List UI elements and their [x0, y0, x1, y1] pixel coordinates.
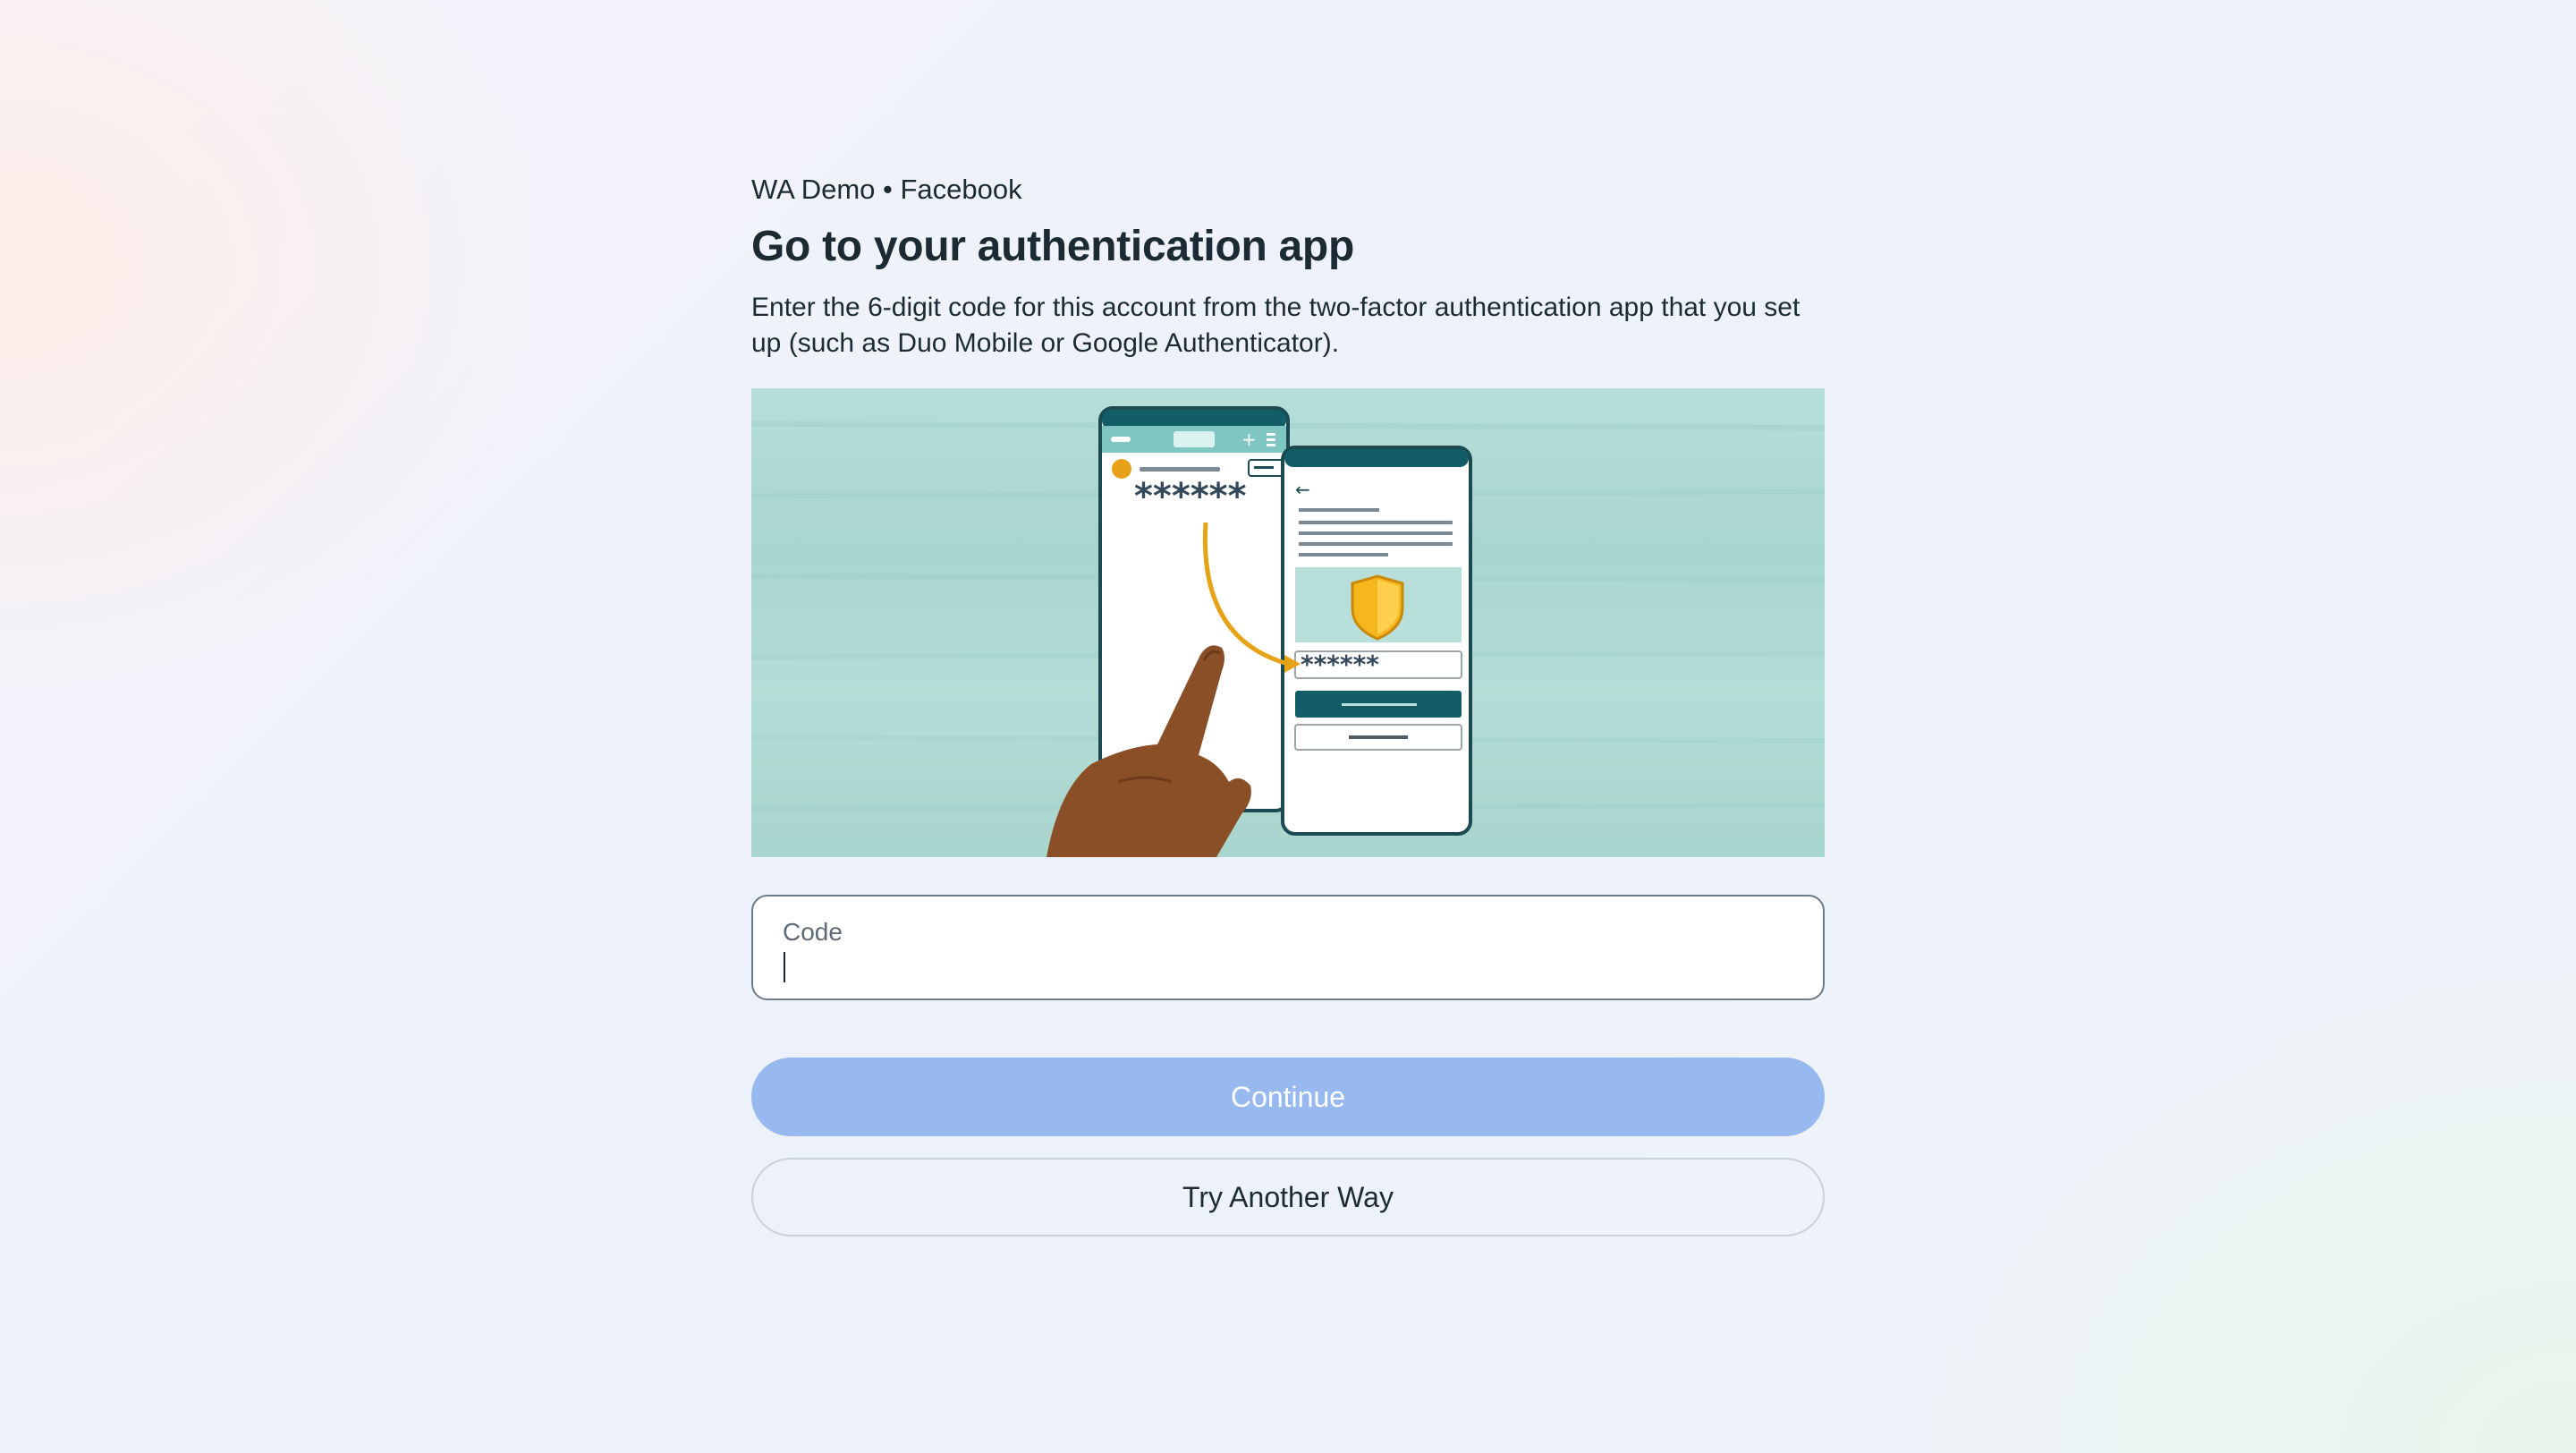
code-input[interactable]: [781, 947, 1765, 986]
authentication-app-illustration: + ****** ← ******: [751, 388, 1825, 857]
code-field[interactable]: Code: [751, 895, 1825, 1000]
page-description: Enter the 6-digit code for this account …: [751, 293, 1801, 358]
account-line: WA Demo • Facebook: [751, 174, 1022, 205]
text-caret: [784, 952, 785, 982]
svg-text:******: ******: [1301, 650, 1379, 679]
code-field-label: Code: [783, 918, 843, 946]
svg-text:+: +: [1241, 429, 1257, 450]
continue-button[interactable]: Continue: [751, 1058, 1825, 1136]
try-another-way-button[interactable]: Try Another Way: [751, 1158, 1825, 1236]
right-phone: ← ******: [1281, 446, 1472, 836]
svg-text:******: ******: [1134, 476, 1247, 517]
phone-authentication-illustration-icon: + ****** ← ******: [751, 406, 1825, 857]
svg-text:←: ←: [1295, 479, 1310, 500]
auth-card: WA Demo • Facebook Go to your authentica…: [751, 170, 1825, 1236]
page-title: Go to your authentication app: [751, 223, 1354, 270]
